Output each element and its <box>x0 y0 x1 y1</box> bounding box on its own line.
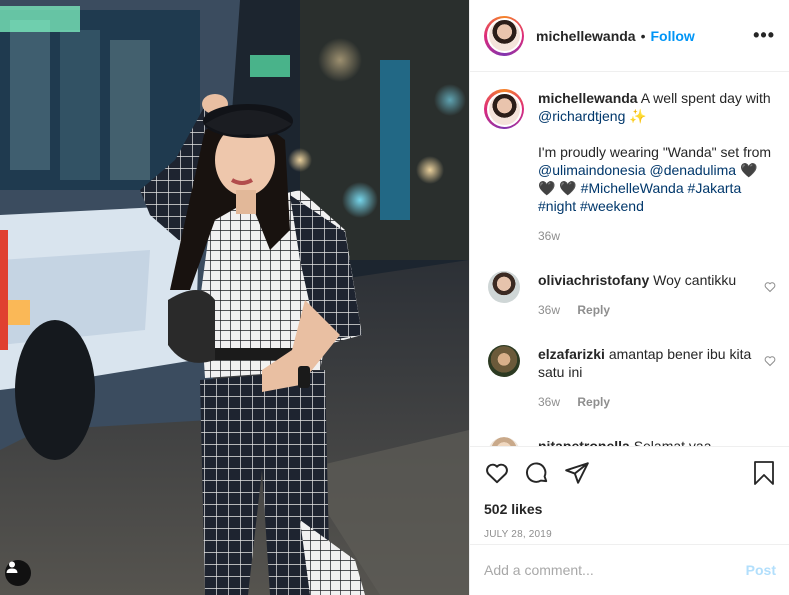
post-button[interactable]: Post <box>746 562 776 578</box>
post-photo[interactable] <box>0 0 469 595</box>
add-comment-bar: Post <box>470 544 789 595</box>
comment-like-icon[interactable] <box>764 355 776 367</box>
comment-item: oliviachristofany Woy cantikku 36w Reply <box>484 271 776 319</box>
comment-avatar[interactable] <box>488 271 520 303</box>
sparkle-emoji: ✨ <box>629 108 647 124</box>
mention-link[interactable]: @ulimaindonesia <box>538 162 646 178</box>
post-date[interactable]: JULY 28, 2019 <box>484 529 776 540</box>
share-button[interactable] <box>564 460 590 486</box>
user-tag-button[interactable] <box>5 560 31 586</box>
hashtag-link[interactable]: #MichelleWanda <box>581 180 684 196</box>
like-button[interactable] <box>484 460 510 486</box>
post-actions: 502 likes JULY 28, 2019 <box>470 446 789 544</box>
comment-icon <box>526 462 548 483</box>
comment-input[interactable] <box>484 562 746 578</box>
post-header: michellewanda • Follow ••• <box>470 0 789 72</box>
comments-list[interactable]: michellewanda A well spent day with @ric… <box>470 73 789 446</box>
comment-avatar[interactable] <box>488 345 520 377</box>
comment-meta: 36w Reply <box>538 393 758 411</box>
caption: michellewanda A well spent day with @ric… <box>484 89 776 245</box>
header-separator: • <box>640 27 646 44</box>
mention-link[interactable]: @denadulima <box>650 162 737 178</box>
comment-meta: 36w Reply <box>538 301 758 319</box>
reply-button[interactable]: Reply <box>577 303 610 317</box>
comment-body: elzafarizki amantap bener ibu kita satu … <box>538 345 758 411</box>
header-username[interactable]: michellewanda <box>536 28 636 44</box>
comment-item: nitapetronella Selamat yaa <box>484 437 776 446</box>
heart-icon <box>486 463 508 484</box>
hashtag-link[interactable]: #Jakarta <box>688 180 742 196</box>
comment-item: elzafarizki amantap bener ibu kita satu … <box>484 345 776 411</box>
reply-button[interactable]: Reply <box>577 395 610 409</box>
comment-username[interactable]: nitapetronella <box>538 438 630 446</box>
mention-link[interactable]: @richardtjeng <box>538 108 625 124</box>
comment-button[interactable] <box>524 460 550 486</box>
hashtag-link[interactable]: #weekend <box>580 198 644 214</box>
save-button[interactable] <box>752 460 776 486</box>
comment-text: Selamat yaa <box>633 438 712 446</box>
comment-avatar[interactable] <box>488 437 520 446</box>
post-panel: michellewanda • Follow ••• michellewanda… <box>469 0 789 595</box>
caption-avatar[interactable] <box>484 89 524 129</box>
comment-username[interactable]: oliviachristofany <box>538 272 649 288</box>
share-icon <box>565 462 589 484</box>
avatar[interactable] <box>484 15 524 56</box>
comment-username[interactable]: elzafarizki <box>538 346 605 362</box>
comment-body: oliviachristofany Woy cantikku 36w Reply <box>538 271 758 319</box>
user-tag-icon <box>6 561 18 573</box>
black-heart-emoji: 🖤 <box>559 180 577 196</box>
comment-age[interactable]: 36w <box>538 303 560 317</box>
caption-text-2: I'm proudly wearing "Wanda" set from <box>538 144 772 160</box>
hashtag-link[interactable]: #night <box>538 198 576 214</box>
follow-button[interactable]: Follow <box>651 28 695 44</box>
action-icons <box>484 457 776 489</box>
comment-body: nitapetronella Selamat yaa <box>538 437 758 446</box>
comment-like-icon[interactable] <box>764 281 776 293</box>
comment-text: Woy cantikku <box>653 272 737 288</box>
caption-username[interactable]: michellewanda <box>538 90 638 106</box>
photo-illustration <box>0 0 469 595</box>
likes-count[interactable]: 502 likes <box>484 501 776 517</box>
caption-body: michellewanda A well spent day with @ric… <box>538 89 776 245</box>
comment-age[interactable]: 36w <box>538 395 560 409</box>
caption-age[interactable]: 36w <box>538 227 776 245</box>
more-icon[interactable]: ••• <box>753 25 775 46</box>
bookmark-icon <box>754 461 774 485</box>
caption-text-1: A well spent day with <box>640 90 771 106</box>
